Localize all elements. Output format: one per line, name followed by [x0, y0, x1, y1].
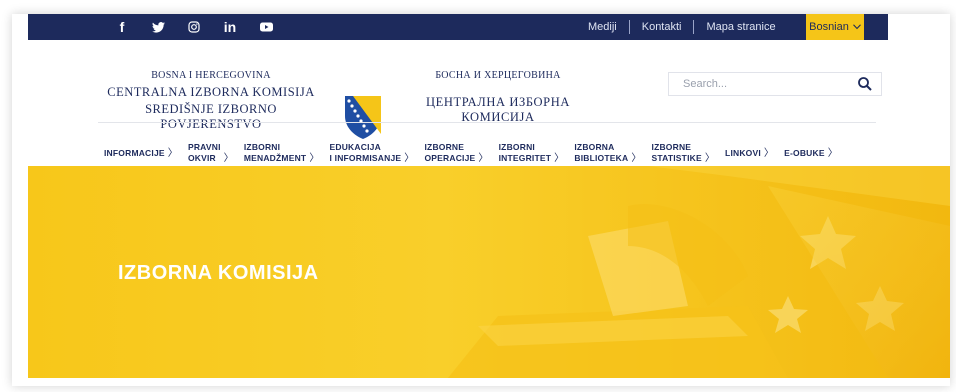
nav-item-label-bottom: I INFORMISANJE: [329, 153, 402, 163]
country-name-latin: BOSNA I HERCEGOVINA: [151, 70, 271, 81]
nav-item-label-top: IZBORNI: [498, 142, 535, 152]
header-divider: [98, 122, 876, 123]
youtube-icon[interactable]: [248, 14, 284, 40]
commission-name-croatian: SREDIŠNJE IZBORNO POVJERENSTVO: [145, 102, 277, 131]
nav-item-integritet[interactable]: IZBORNI INTEGRITET 〉: [499, 142, 565, 164]
nav-item-informacije[interactable]: INFORMACIJE 〉: [104, 148, 178, 159]
nav-item-label-bottom: LINKOVI: [725, 147, 761, 158]
nav-item-label-bottom: BIBLIOTEKA: [574, 153, 629, 163]
nav-item-operacije[interactable]: IZBORNE OPERACIJE 〉: [424, 142, 488, 164]
nav-item-label-bottom: OPERACIJE: [424, 153, 476, 163]
nav-item-label-bottom: INTEGRITET: [498, 153, 552, 163]
search-icon[interactable]: [857, 76, 873, 92]
chevron-right-icon: 〉: [478, 153, 489, 164]
org-name-cyrillic[interactable]: БОСНА И ХЕРЦЕГОВИНА ЦЕНТРАЛНА ИЗБОРНА КО…: [388, 70, 608, 125]
instagram-icon[interactable]: [176, 14, 212, 40]
nav-item-label: IZBORNE STATISTIKE: [652, 142, 702, 164]
chevron-right-icon: 〉: [404, 153, 415, 164]
top-links: Mediji Kontakti Mapa stranice: [576, 14, 788, 40]
nav-item-label-top: IZBORNE: [424, 142, 465, 152]
nav-item-label: IZBORNI MENADŽMENT: [244, 142, 306, 164]
chevron-right-icon: 〉: [827, 147, 838, 159]
nav-item-label-bottom: E-OBUKE: [784, 147, 825, 158]
site-header: BOSNA I HERCEGOVINA CENTRALNA IZBORNA KO…: [28, 40, 888, 139]
chevron-right-icon: 〉: [704, 153, 716, 164]
commission-name-cyrillic: ЦЕНТРАЛНА ИЗБОРНА КОМИСИЈА: [426, 95, 570, 124]
search-input[interactable]: [681, 77, 855, 91]
chevron-right-icon: 〉: [554, 153, 565, 164]
nav-item-label-top: PRAVNI: [187, 142, 221, 152]
nav-item-label: IZBORNE OPERACIJE: [424, 142, 475, 164]
chevron-right-icon: 〉: [763, 147, 775, 159]
nav-item-biblioteka[interactable]: IZBORNA BIBLIOTEKA 〉: [574, 142, 641, 164]
search-box: [668, 72, 882, 96]
nav-item-label: IZBORNA BIBLIOTEKA: [574, 142, 628, 164]
nav-item-label-bottom: OKVIR: [187, 153, 216, 163]
facebook-icon[interactable]: f: [104, 14, 140, 40]
nav-item-label-top: IZBORNE: [651, 142, 692, 152]
nav-item-label: PRAVNI OKVIR: [188, 142, 221, 164]
nav-item-i-informisanje[interactable]: EDUKACIJA I INFORMISANJE 〉: [330, 142, 415, 164]
nav-item-okvir[interactable]: PRAVNI OKVIR 〉: [188, 142, 234, 164]
nav-item-label-bottom: STATISTIKE: [651, 153, 702, 163]
top-bar: f in Mediji Kontakti Mapa stranice Bosni…: [28, 14, 888, 40]
nav-item-label-bottom: MENADŽMENT: [243, 153, 307, 163]
nav-item-label-top: IZBORNI: [243, 142, 281, 152]
page-frame: f in Mediji Kontakti Mapa stranice Bosni…: [12, 14, 950, 386]
nav-item-e-obuke[interactable]: E-OBUKE 〉: [784, 148, 838, 159]
nav-item-label-top: IZBORNA: [574, 142, 615, 152]
linkedin-icon[interactable]: in: [212, 14, 248, 40]
social-links: f in: [104, 14, 284, 40]
twitter-icon[interactable]: [140, 14, 176, 40]
chevron-right-icon: 〉: [309, 153, 320, 164]
chevron-down-icon: [852, 24, 861, 30]
coat-of-arms-logo[interactable]: [343, 94, 383, 140]
nav-item-label: INFORMACIJE: [104, 148, 165, 159]
nav-item-menad-ment[interactable]: IZBORNI MENADŽMENT 〉: [244, 142, 320, 164]
hero-title: IZBORNA KOMISIJA: [118, 262, 319, 284]
language-label: Bosnian: [809, 21, 849, 33]
nav-item-label: IZBORNI INTEGRITET: [499, 142, 552, 164]
language-select[interactable]: Bosnian: [806, 14, 864, 40]
sitemap-link[interactable]: Mapa stranice: [694, 21, 787, 33]
main-nav: INFORMACIJE 〉 PRAVNI OKVIR 〉 IZBORNI MENADŽMEN…: [104, 136, 838, 170]
chevron-right-icon: 〉: [223, 153, 234, 164]
hero-banner: IZBORNA KOMISIJA: [28, 166, 950, 378]
country-name-cyrillic: БОСНА И ХЕРЦЕГОВИНА: [435, 70, 561, 81]
chevron-right-icon: 〉: [167, 147, 178, 159]
chevron-right-icon: 〉: [631, 153, 642, 164]
nav-item-label: LINKOVI: [725, 148, 761, 159]
media-link[interactable]: Mediji: [576, 21, 629, 33]
commission-name-latin: CENTRALNA IZBORNA KOMISIJA: [107, 85, 315, 99]
nav-item-label: EDUKACIJA I INFORMISANJE: [330, 142, 402, 164]
nav-item-linkovi[interactable]: LINKOVI 〉: [725, 148, 774, 159]
contacts-link[interactable]: Kontakti: [630, 21, 694, 33]
nav-item-label: E-OBUKE: [784, 148, 825, 159]
nav-item-label-bottom: INFORMACIJE: [104, 147, 165, 158]
nav-item-label-top: EDUKACIJA: [329, 142, 381, 152]
nav-item-statistike[interactable]: IZBORNE STATISTIKE 〉: [652, 142, 716, 164]
